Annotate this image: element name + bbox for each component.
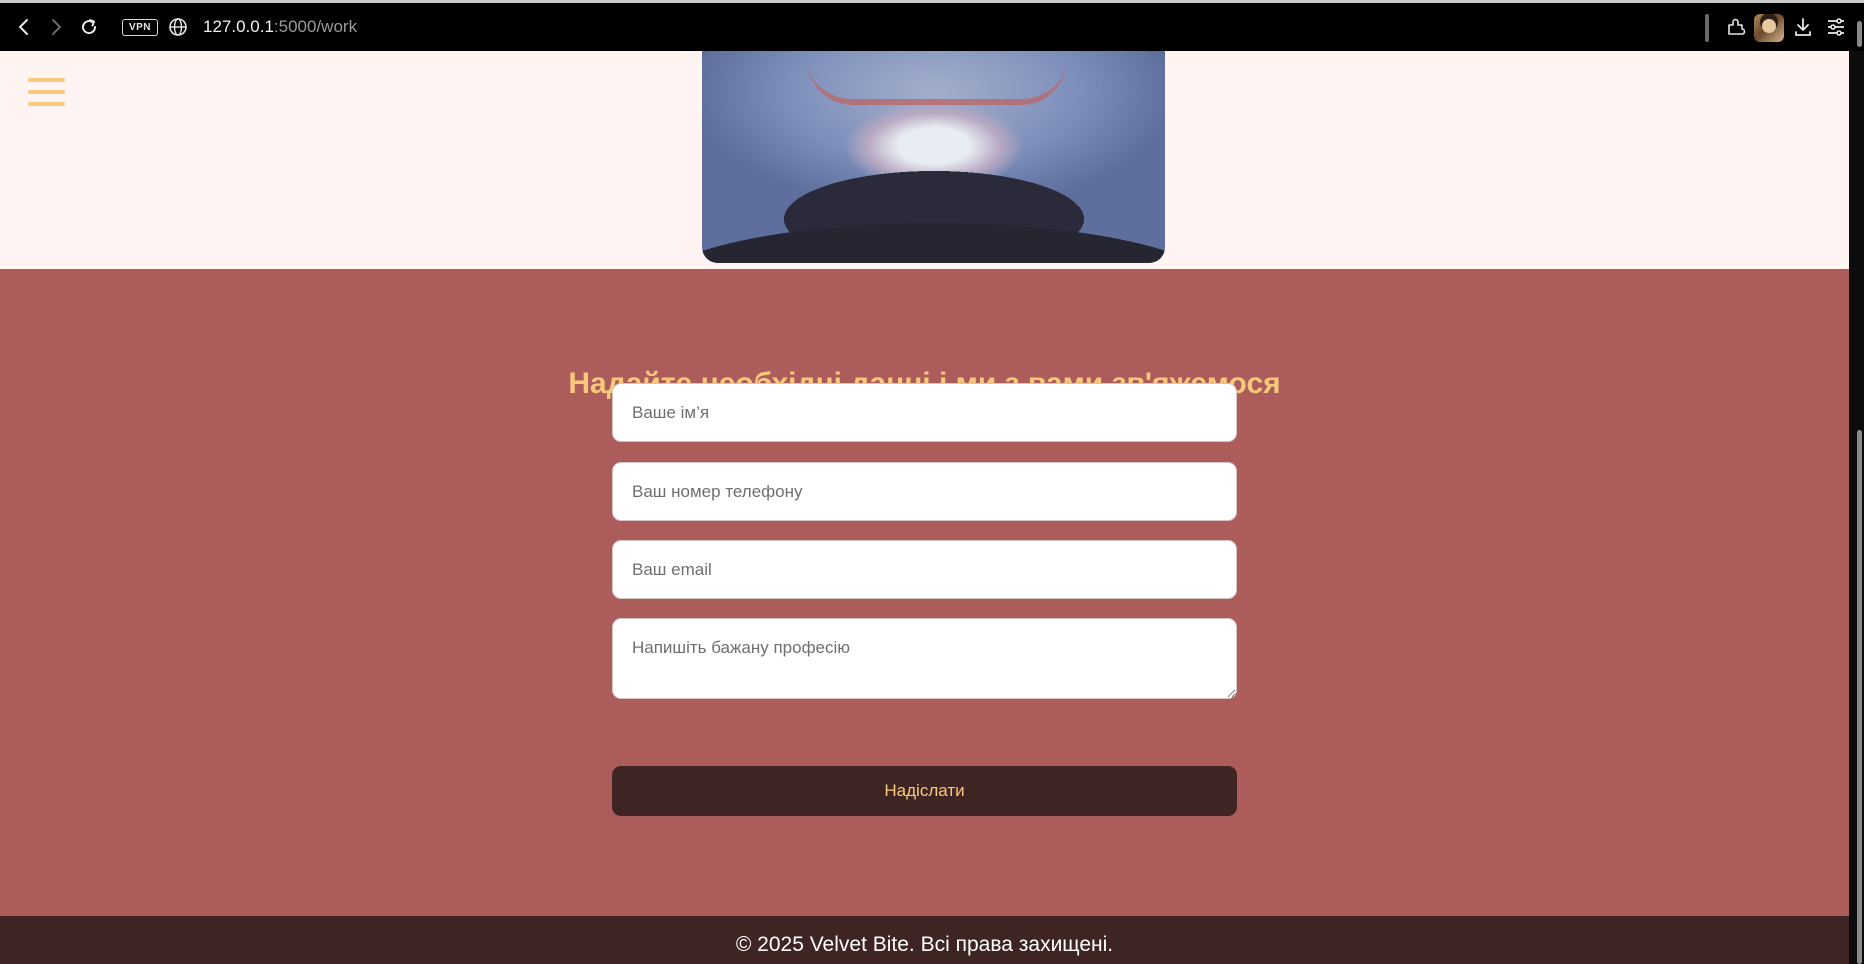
address-path: :5000/work [273,17,358,36]
hero-image [702,51,1165,263]
name-input[interactable] [612,383,1237,442]
footer-copyright: © 2025 Velvet Bite. Всі права захищені. [735,933,1114,956]
hero-section [0,51,1849,269]
toolbar-separator [1705,14,1709,42]
browser-toolbar: VPN 127.0.0.1:5000/work [0,3,1864,51]
phone-input[interactable] [612,462,1237,521]
forward-icon[interactable] [44,3,68,51]
footer: © 2025 Velvet Bite. Всі права захищені. [0,916,1849,964]
hamburger-icon[interactable] [28,77,65,107]
browser-scrollbar-top [1857,21,1862,47]
menu-icon[interactable] [1825,3,1847,51]
back-icon[interactable] [12,3,36,51]
page-content: Надайте необхідні данні і ми з вами зв'я… [0,51,1849,964]
profession-textarea[interactable] [612,618,1237,699]
hamburger-line [28,78,65,82]
vpn-badge[interactable]: VPN [122,19,158,36]
contact-section: Надайте необхідні данні і ми з вами зв'я… [0,269,1849,916]
page-scrollbar-thumb[interactable] [1857,430,1862,964]
profile-avatar[interactable] [1754,14,1784,42]
address-bar[interactable]: 127.0.0.1:5000/work [203,3,357,51]
globe-icon[interactable] [167,3,189,51]
hamburger-line [28,102,65,106]
extensions-icon[interactable] [1724,3,1748,51]
submit-button[interactable]: Надіслати [612,766,1237,816]
email-input[interactable] [612,540,1237,599]
download-icon[interactable] [1792,3,1814,51]
reload-icon[interactable] [77,3,101,51]
hamburger-line [28,90,65,94]
address-host: 127.0.0.1 [203,17,274,36]
